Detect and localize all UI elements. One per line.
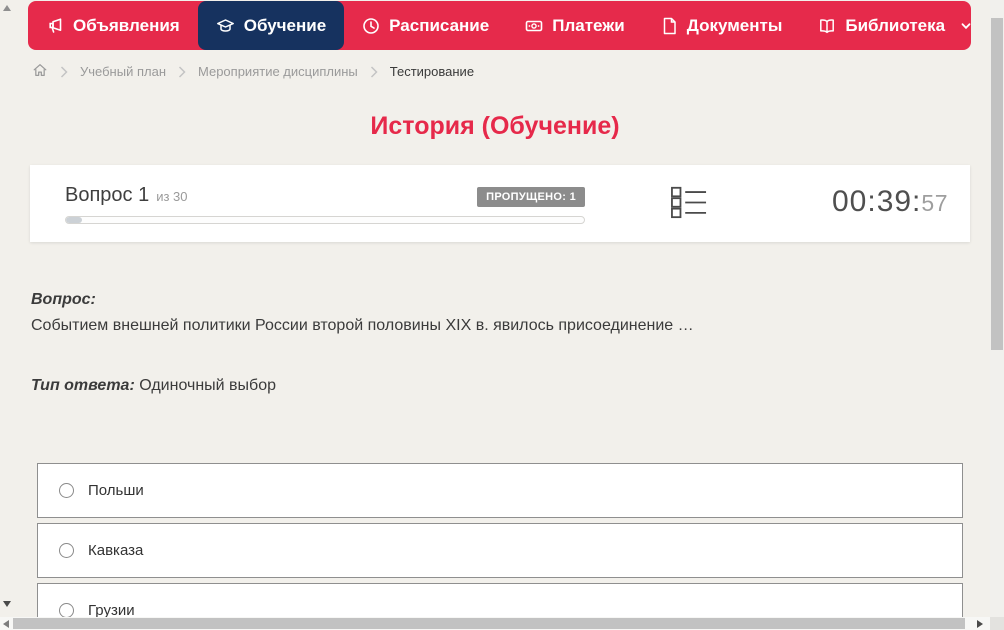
- scroll-right-arrow[interactable]: [977, 620, 983, 628]
- nav-item-label: Объявления: [73, 15, 180, 35]
- breadcrumb-testing: Тестирование: [389, 64, 475, 79]
- nav-item-payments[interactable]: Платежи: [507, 1, 643, 50]
- clock-icon: [362, 17, 380, 35]
- radio-icon[interactable]: [59, 483, 74, 498]
- skipped-badge: ПРОПУЩЕНО: 1: [477, 187, 585, 207]
- horizontal-scrollbar[interactable]: [0, 617, 990, 630]
- answer-option[interactable]: Кавказа: [37, 523, 963, 578]
- breadcrumb-curriculum[interactable]: Учебный план: [80, 64, 166, 79]
- answer-option[interactable]: Польши: [37, 463, 963, 518]
- horizontal-scrollbar-thumb[interactable]: [13, 618, 965, 629]
- answer-option-label: Польши: [88, 482, 144, 499]
- question-text: Событием внешней политики России второй …: [31, 317, 694, 334]
- answer-type-label: Тип ответа:: [31, 377, 135, 394]
- page-title: История (Обучение): [370, 112, 620, 140]
- home-icon[interactable]: [32, 62, 48, 81]
- nav-item-label: Библиотека: [845, 15, 946, 35]
- nav-item-documents[interactable]: Документы: [643, 1, 801, 50]
- nav-item-announcements[interactable]: Объявления: [28, 1, 198, 50]
- nav-item-schedule[interactable]: Расписание: [344, 1, 507, 50]
- main-navbar: Объявления Обучение Расписание Платежи Д…: [28, 1, 971, 50]
- graduation-cap-icon: [216, 17, 235, 35]
- chevron-right-icon: [60, 65, 68, 78]
- chevron-down-icon: [960, 20, 972, 32]
- banknote-icon: [525, 17, 543, 35]
- timer-hours-minutes: 00:39:: [831, 185, 922, 218]
- megaphone-icon: [46, 17, 64, 35]
- chevron-right-icon: [370, 65, 378, 78]
- question-list-button[interactable]: [668, 183, 710, 225]
- scroll-down-arrow[interactable]: [3, 601, 11, 607]
- radio-icon[interactable]: [59, 603, 74, 618]
- question-list-icon: [670, 184, 708, 225]
- book-icon: [818, 17, 836, 35]
- radio-icon[interactable]: [59, 543, 74, 558]
- scrollbar-corner: [990, 617, 1004, 630]
- timer: 00:39: 57: [832, 185, 948, 219]
- question-total: из 30: [156, 189, 188, 204]
- answer-option-label: Кавказа: [88, 542, 144, 559]
- breadcrumb-discipline-event[interactable]: Мероприятие дисциплины: [198, 64, 358, 79]
- question-label: Вопрос:: [31, 291, 96, 308]
- answer-type-value: Одиночный выбор: [139, 377, 276, 394]
- nav-item-library[interactable]: Библиотека: [800, 1, 990, 50]
- nav-item-label: Платежи: [552, 15, 625, 35]
- question-progress-block: Вопрос 1 из 30 ПРОПУЩЕНО: 1: [65, 183, 585, 224]
- breadcrumb: Учебный план Мероприятие дисциплины Тест…: [32, 62, 474, 81]
- question-number: Вопрос 1: [65, 184, 150, 206]
- document-icon: [661, 17, 678, 35]
- nav-item-label: Расписание: [389, 15, 490, 35]
- progress-fill: [66, 217, 82, 223]
- progress-bar: [65, 216, 585, 224]
- answer-type-row: Тип ответа: Одиночный выбор: [31, 377, 276, 395]
- nav-item-label: Обучение: [243, 15, 327, 35]
- nav-item-label: Документы: [686, 15, 783, 35]
- chevron-right-icon: [178, 65, 186, 78]
- vertical-scrollbar-thumb[interactable]: [991, 18, 1003, 350]
- timer-seconds: 57: [921, 190, 948, 216]
- scroll-up-arrow[interactable]: [3, 5, 11, 11]
- vertical-scrollbar[interactable]: [990, 0, 1004, 617]
- test-page: Объявления Обучение Расписание Платежи Д…: [0, 0, 1004, 630]
- question-panel: Вопрос 1 из 30 ПРОПУЩЕНО: 1 00:39: 57: [30, 165, 970, 242]
- scroll-left-arrow[interactable]: [3, 620, 9, 628]
- nav-item-learning[interactable]: Обучение: [197, 1, 345, 50]
